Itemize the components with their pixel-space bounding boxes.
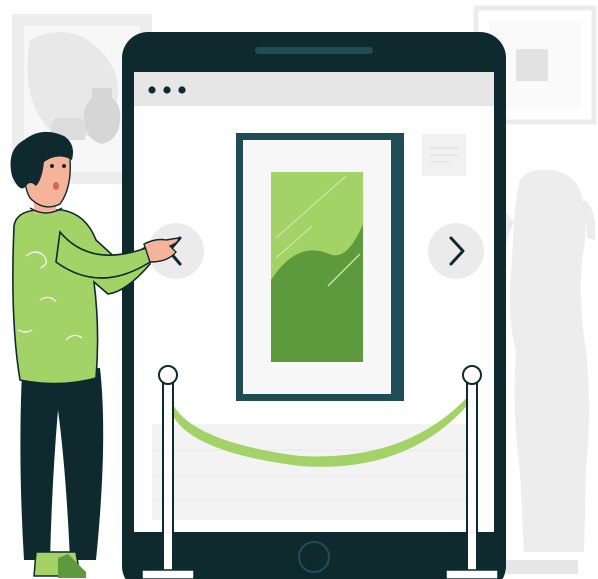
- framed-artwork: [236, 133, 404, 401]
- person-pants: [20, 368, 104, 560]
- next-artwork-button[interactable]: [428, 223, 484, 279]
- tablet-device: [122, 32, 506, 579]
- background-statue: [493, 169, 596, 574]
- museum-illustration: [10, 5, 597, 579]
- more-dots-icon[interactable]: [148, 86, 186, 94]
- tablet-speaker: [255, 47, 373, 54]
- browser-bar: [134, 72, 494, 106]
- artwork-info-card: [422, 134, 466, 176]
